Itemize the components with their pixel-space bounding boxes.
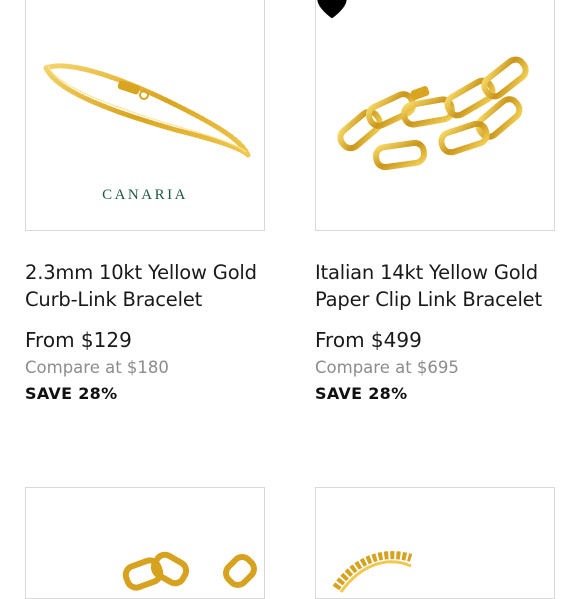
paper-clip-bracelet-image [337, 56, 529, 171]
heart-icon[interactable] [316, 0, 348, 20]
product-card[interactable]: CANARIA 2.3mm 10kt Yellow Gold Curb-Link… [25, 0, 265, 403]
save-badge: SAVE 28% [25, 384, 118, 403]
brand-logo: CANARIA [102, 187, 188, 203]
product-price: From $499 [315, 328, 422, 352]
product-image[interactable]: CANARIA [25, 0, 265, 231]
product-title[interactable]: 2.3mm 10kt Yellow Gold Curb-Link Bracele… [25, 259, 265, 313]
save-badge: SAVE 28% [315, 384, 408, 403]
product-price: From $129 [25, 328, 132, 352]
product-card[interactable] [25, 487, 265, 599]
product-card[interactable] [315, 487, 555, 599]
product-image[interactable] [315, 487, 555, 599]
product-image[interactable] [25, 487, 265, 599]
bracelet-image [332, 551, 413, 593]
product-image[interactable] [315, 0, 555, 231]
bracelet-image [122, 551, 257, 591]
compare-price: Compare at $180 [25, 358, 169, 377]
product-title[interactable]: Italian 14kt Yellow Gold Paper Clip Link… [315, 259, 555, 313]
compare-price: Compare at $695 [315, 358, 459, 377]
product-card[interactable]: Italian 14kt Yellow Gold Paper Clip Link… [315, 0, 555, 403]
